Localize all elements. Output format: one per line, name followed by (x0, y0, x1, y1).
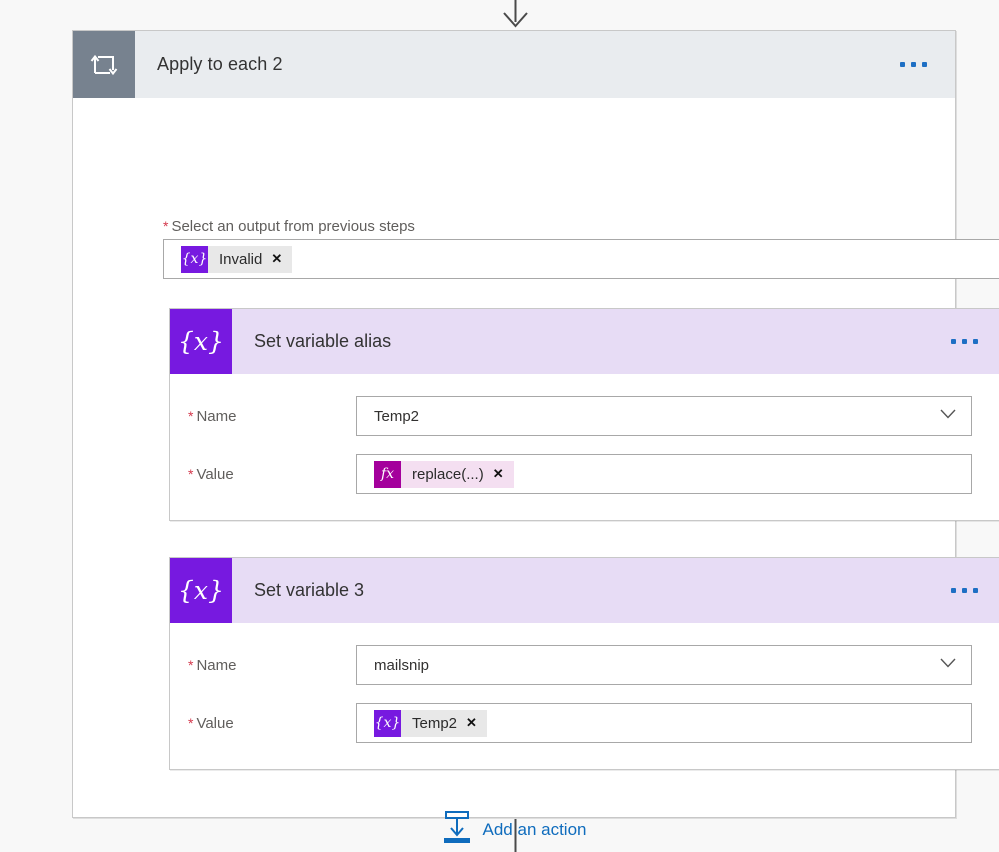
menu-dot (962, 588, 967, 593)
value-label-text: Value (196, 714, 234, 732)
variable-token-icon: {x} (181, 245, 208, 273)
menu-dot (951, 588, 956, 593)
set-variable-alias-body: * Name Temp2 * Value fx replace(...) ✕ (170, 374, 999, 520)
name-dropdown[interactable]: Temp2 (356, 396, 972, 436)
menu-dot (973, 588, 978, 593)
field-row-value: * Value fx replace(...) ✕ (170, 454, 999, 494)
set-variable-3-menu-button[interactable] (951, 558, 999, 623)
apply-to-each-menu-button[interactable] (900, 31, 955, 98)
variable-token-icon: {x} (374, 709, 401, 737)
name-label: * Name (170, 408, 356, 425)
loop-repeat-glyph (90, 54, 118, 75)
set-variable-3-card: {x} Set variable 3 * Name mailsnip * Val… (169, 557, 999, 770)
chevron-down-icon (939, 407, 957, 425)
value-label: * Value (170, 715, 356, 732)
set-variable-alias-title: Set variable alias (254, 331, 392, 351)
name-value: Temp2 (374, 407, 420, 425)
name-label: * Name (170, 657, 356, 674)
set-variable-icon: {x} (170, 309, 232, 374)
required-asterisk: * (163, 218, 169, 234)
apply-to-each-header[interactable]: Apply to each 2 (73, 31, 955, 98)
apply-to-each-card: Apply to each 2 * Select an output from p… (72, 30, 999, 843)
token-label: Invalid (219, 250, 263, 268)
required-asterisk: * (188, 714, 194, 731)
menu-dot (973, 339, 978, 344)
token-body: Temp2 ✕ (401, 709, 487, 737)
set-variable-alias-menu-button[interactable] (951, 309, 999, 374)
select-output-input[interactable]: {x} Invalid ✕ (163, 239, 999, 279)
field-row-name: * Name Temp2 (170, 396, 999, 436)
token-label: Temp2 (412, 714, 458, 732)
flow-designer-canvas: Apply to each 2 * Select an output from p… (0, 0, 999, 852)
token-remove-icon[interactable]: ✕ (466, 710, 487, 737)
set-variable-icon: {x} (170, 558, 232, 623)
set-variable-3-body: * Name mailsnip * Value {x} Temp2 ✕ (170, 623, 999, 769)
select-output-label: * Select an output from previous steps (163, 218, 415, 235)
expression-function-icon: fx (374, 460, 401, 488)
menu-dot (962, 339, 967, 344)
select-output-label-text: Select an output from previous steps (171, 218, 415, 235)
menu-dot (951, 339, 956, 344)
name-value: mailsnip (374, 656, 430, 674)
token-remove-icon[interactable]: ✕ (271, 246, 292, 273)
token-body: replace(...) ✕ (401, 460, 514, 488)
name-label-text: Name (196, 407, 237, 425)
loop-repeat-icon (73, 31, 135, 98)
set-variable-alias-card: {x} Set variable alias * Name Temp2 * Va… (169, 308, 999, 521)
required-asterisk: * (188, 465, 194, 482)
field-row-name: * Name mailsnip (170, 645, 999, 685)
token-temp2-variable[interactable]: {x} Temp2 ✕ (374, 709, 487, 737)
required-asterisk: * (188, 656, 194, 673)
apply-to-each-title: Apply to each 2 (157, 54, 283, 74)
required-asterisk: * (188, 407, 194, 424)
name-label-text: Name (196, 656, 237, 674)
token-replace-expression[interactable]: fx replace(...) ✕ (374, 460, 514, 488)
token-label: replace(...) (412, 465, 484, 483)
insert-action-icon (442, 810, 472, 849)
set-variable-3-header[interactable]: {x} Set variable 3 (170, 558, 999, 623)
value-token-input[interactable]: {x} Temp2 ✕ (356, 703, 972, 743)
menu-dot (900, 62, 905, 67)
value-label: * Value (170, 466, 356, 483)
set-variable-3-title: Set variable 3 (254, 580, 365, 600)
menu-dot (911, 62, 916, 67)
token-remove-icon[interactable]: ✕ (493, 461, 514, 488)
chevron-down-icon (939, 656, 957, 674)
insert-action-glyph (443, 811, 470, 843)
menu-dot (922, 62, 927, 67)
name-dropdown[interactable]: mailsnip (356, 645, 972, 685)
token-invalid[interactable]: {x} Invalid ✕ (181, 245, 293, 273)
field-row-value: * Value {x} Temp2 ✕ (170, 703, 999, 743)
add-an-action-label: Add an action (482, 819, 587, 839)
value-token-input[interactable]: fx replace(...) ✕ (356, 454, 972, 494)
add-an-action-button[interactable]: Add an action (73, 810, 955, 849)
token-body: Invalid ✕ (208, 245, 293, 273)
set-variable-alias-header[interactable]: {x} Set variable alias (170, 309, 999, 374)
value-label-text: Value (196, 465, 234, 483)
